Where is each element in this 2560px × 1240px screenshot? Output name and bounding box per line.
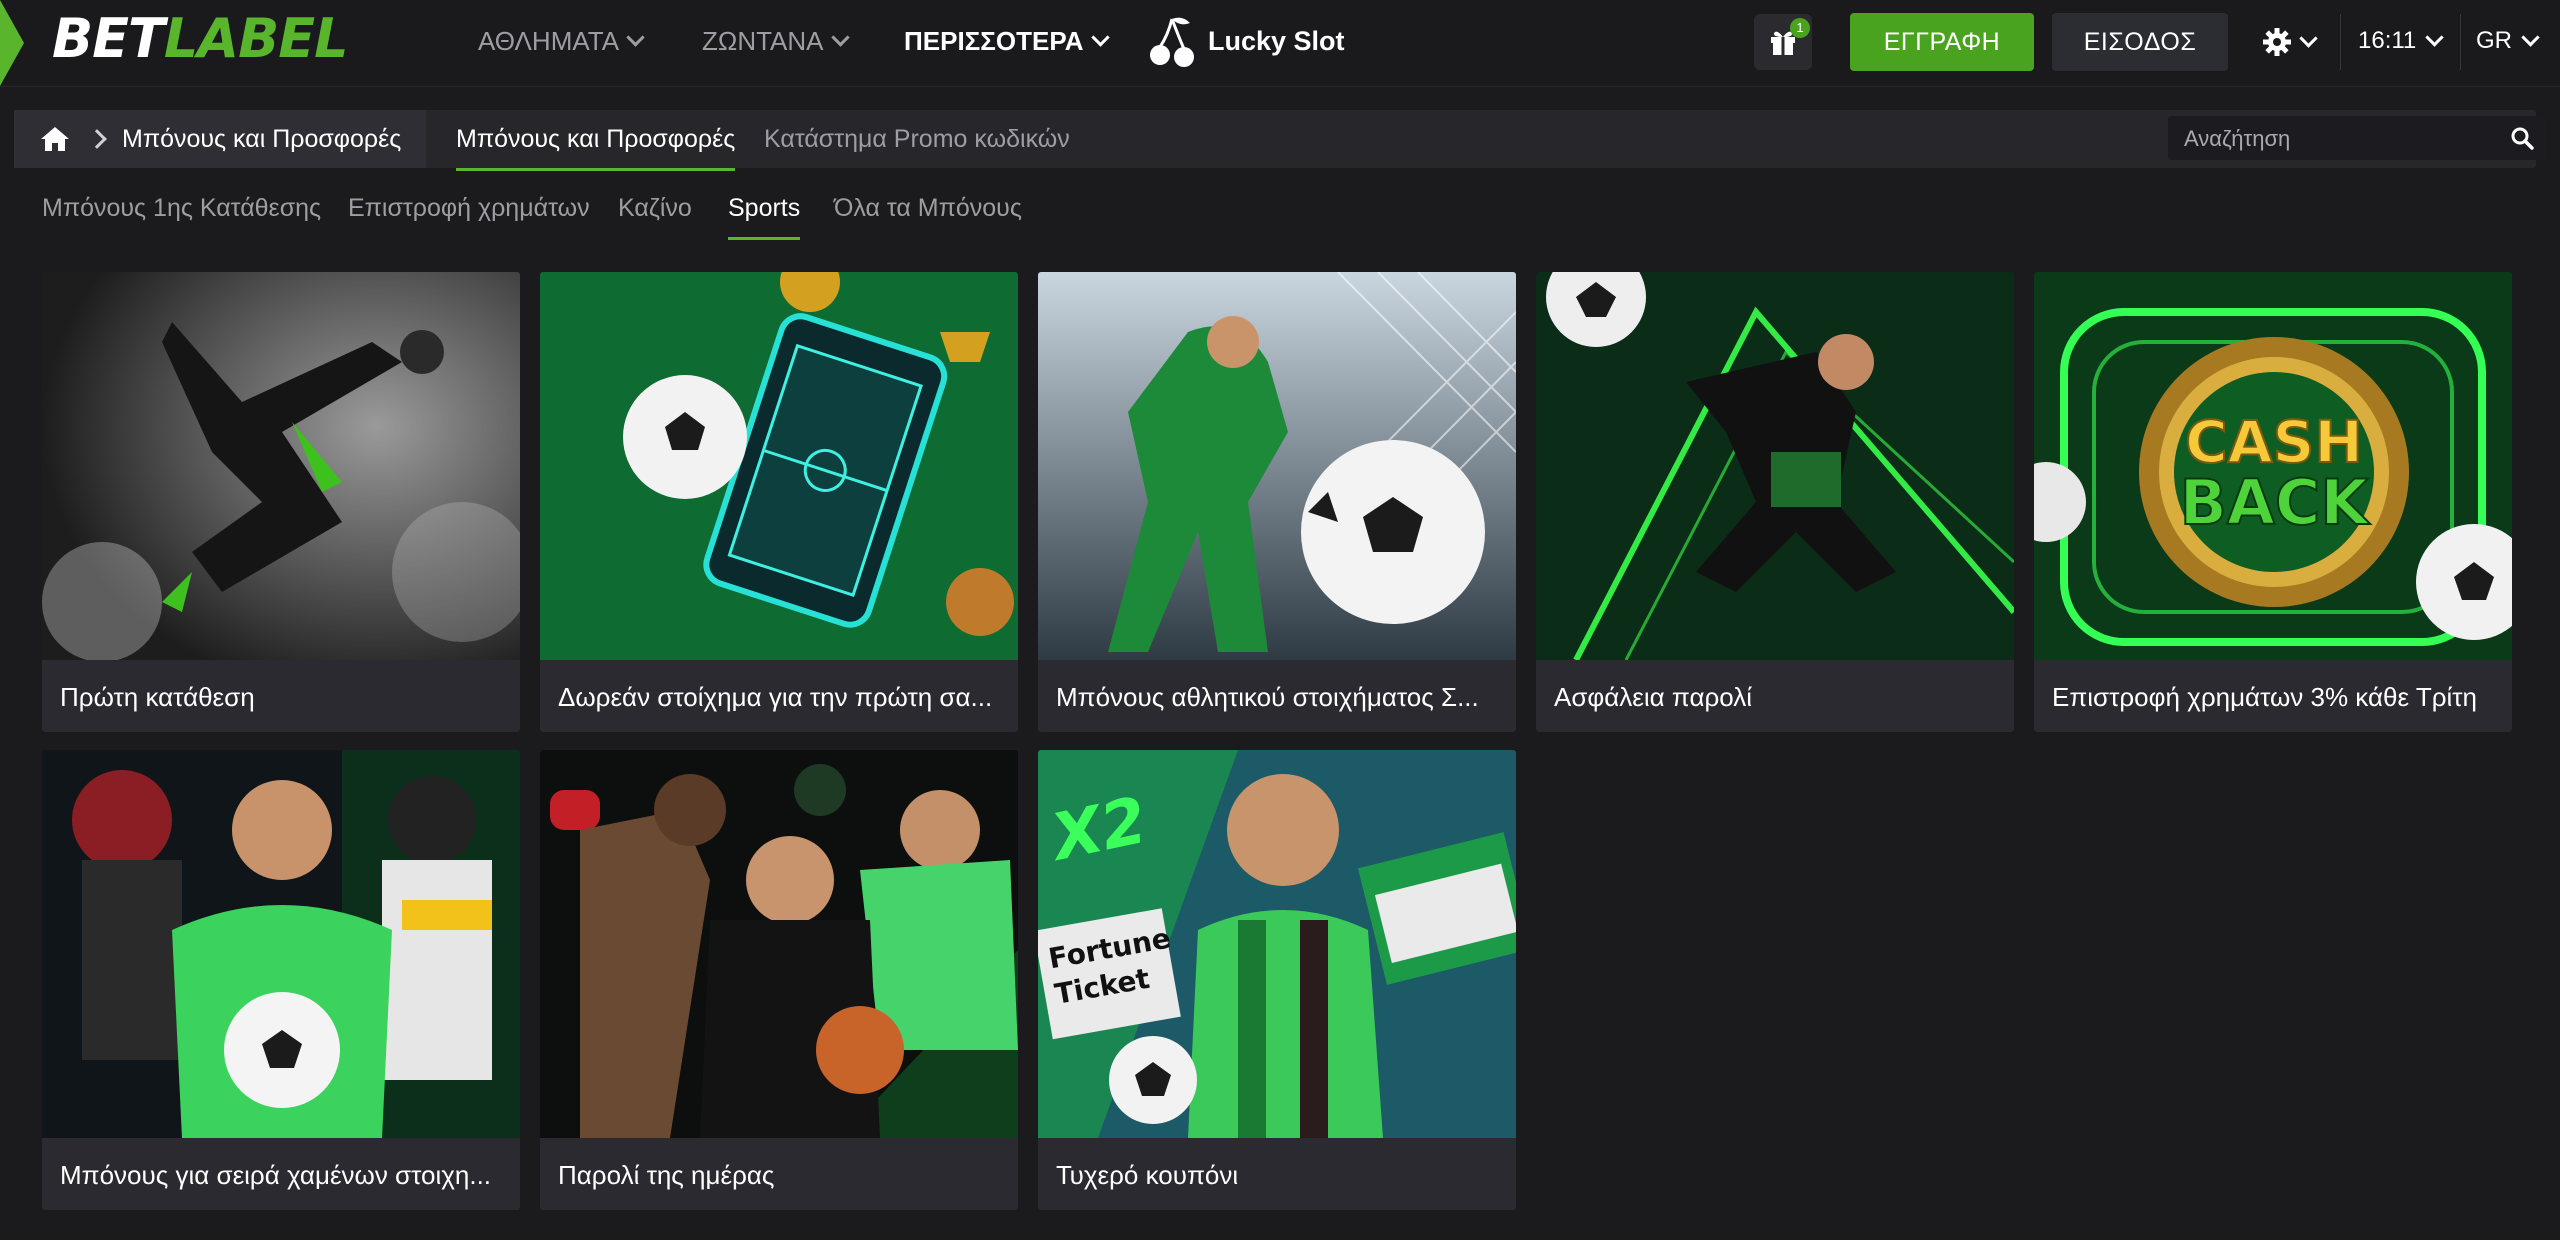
language-code: GR: [2476, 27, 2512, 54]
nav-sports-label: ΑΘΛΗΜΑΤΑ: [478, 26, 620, 56]
chevron-down-icon: [626, 27, 645, 47]
promo-card[interactable]: Πρώτη κατάθεση: [42, 272, 520, 732]
promo-card[interactable]: X2 Fortune Ticket Τυχερό κουπόνι: [1038, 750, 1516, 1210]
tab-sports[interactable]: Sports: [728, 180, 801, 240]
promo-title: Επιστροφή χρημάτων 3% κάθε Τρίτη: [2052, 682, 2478, 712]
home-icon[interactable]: [40, 125, 70, 153]
nav-more[interactable]: ΠΕΡΙΣΣΟΤΕΡΑ: [904, 0, 1110, 82]
search-box: [2168, 116, 2546, 162]
promo-image-athletes: [540, 750, 1018, 1138]
promo-card[interactable]: Μπόνους αθλητικού στοιχήματος Σ...: [1038, 272, 1516, 732]
gift-button[interactable]: 1: [1754, 14, 1812, 70]
promo-title: Μπόνους αθλητικού στοιχήματος Σ...: [1056, 682, 1479, 712]
tab-cashback[interactable]: Επιστροφή χρημάτων: [348, 180, 590, 240]
breadcrumb: Μπόνους και Προσφορές: [14, 110, 426, 168]
header-divider: [2460, 14, 2461, 70]
promo-card[interactable]: Μπόνους για σειρά χαμένων στοιχη...: [42, 750, 520, 1210]
promo-card[interactable]: Ασφάλεια παρολί: [1536, 272, 2014, 732]
chevron-down-icon: [2425, 27, 2444, 47]
promo-title: Μπόνους για σειρά χαμένων στοιχη...: [60, 1160, 492, 1190]
chevron-right-icon: [87, 129, 107, 149]
promo-title: Δωρεάν στοίχημα για την πρώτη σα...: [558, 682, 993, 712]
promo-title: Παρολί της ημέρας: [558, 1160, 775, 1190]
login-button[interactable]: ΕΙΣΟΔΟΣ: [2052, 13, 2228, 71]
settings-dropdown[interactable]: [2262, 22, 2318, 62]
tab-all-bonuses[interactable]: Όλα τα Μπόνους: [834, 180, 1022, 240]
top-header: BETLABEL ΑΘΛΗΜΑΤΑ ΖΩΝΤΑΝΑ ΠΕΡΙΣΣΟΤΕΡΑ Lu…: [0, 0, 2560, 87]
logo-text-label: LABEL: [163, 7, 349, 70]
nav-live-label: ΖΩΝΤΑΝΑ: [702, 26, 824, 56]
nav-sports[interactable]: ΑΘΛΗΜΑΤΑ: [478, 0, 645, 82]
tab-first-deposit-bonus[interactable]: Μπόνους 1ης Κατάθεσης: [42, 180, 321, 240]
register-button[interactable]: ΕΓΓΡΑΦΗ: [1850, 13, 2034, 71]
breadcrumb-current[interactable]: Μπόνους και Προσφορές: [122, 125, 401, 154]
chevron-down-icon: [830, 27, 850, 47]
language-dropdown[interactable]: GR: [2476, 0, 2540, 82]
nav-more-label: ΠΕΡΙΣΣΟΤΕΡΑ: [904, 26, 1084, 56]
logo-text-bet: BET: [52, 7, 165, 70]
tab-casino[interactable]: Καζίνο: [618, 180, 692, 240]
promo-image-footballer-kick: [42, 272, 520, 660]
chevron-down-icon: [2299, 28, 2318, 48]
search-input[interactable]: [2168, 116, 2506, 162]
cashback-word-back: BACK: [2180, 466, 2371, 539]
nav-lucky-slot[interactable]: Lucky Slot: [1148, 0, 1345, 82]
chevron-down-icon: [1090, 27, 1110, 47]
brand-accent: [0, 0, 24, 86]
nav-live[interactable]: ΖΩΝΤΑΝΑ: [702, 0, 850, 82]
gift-count-badge: 1: [1790, 18, 1810, 38]
gear-icon: [2262, 27, 2292, 57]
promo-card[interactable]: CASH BACK Επιστροφή χρημάτων 3% κάθε Τρί…: [2034, 272, 2512, 732]
promo-title: Πρώτη κατάθεση: [60, 682, 255, 712]
promo-image-fortune-ticket: X2 Fortune Ticket: [1038, 750, 1516, 1138]
search-icon[interactable]: [2510, 126, 2534, 150]
promo-image-multisport-players: [42, 750, 520, 1138]
promo-title: Ασφάλεια παρολί: [1554, 682, 1753, 712]
promo-title: Τυχερό κουπόνι: [1056, 1160, 1239, 1190]
cherries-icon: [1148, 13, 1198, 69]
promo-card[interactable]: Δωρεάν στοίχημα για την πρώτη σα...: [540, 272, 1018, 732]
promo-image-phone-stadium: [540, 272, 1018, 660]
promo-card[interactable]: Παρολί της ημέρας: [540, 750, 1018, 1210]
breadcrumb-bar: Μπόνους και Προσφορές Μπόνους και Προσφο…: [14, 110, 2546, 171]
chevron-down-icon: [2521, 27, 2540, 47]
promo-image-neon-player: [1536, 272, 2014, 660]
promo-image-cashback: CASH BACK: [2034, 272, 2512, 660]
lucky-slot-label: Lucky Slot: [1208, 26, 1345, 56]
header-divider: [2340, 14, 2341, 70]
betlabel-logo[interactable]: BETLABEL: [52, 7, 349, 70]
tab-promo-code-store[interactable]: Κατάστημα Promo κωδικών: [764, 110, 1070, 168]
promo-image-player-net: [1038, 272, 1516, 660]
tab-bonuses-offers[interactable]: Μπόνους και Προσφορές: [456, 110, 736, 171]
time-dropdown[interactable]: 16:11: [2358, 0, 2444, 82]
clock-time: 16:11: [2358, 27, 2417, 54]
